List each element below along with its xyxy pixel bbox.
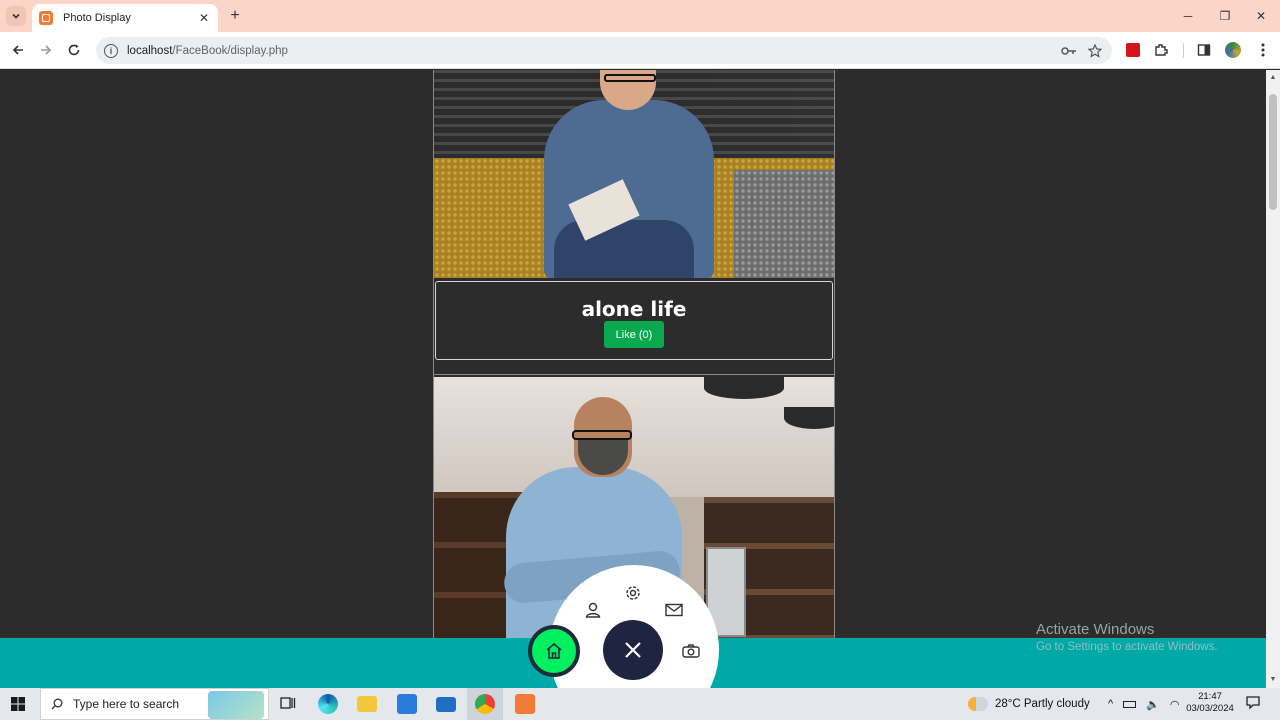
search-highlight-image	[208, 691, 264, 719]
photo-lamp	[704, 377, 784, 399]
watermark-title: Activate Windows	[1036, 621, 1155, 638]
store-icon[interactable]	[397, 694, 417, 714]
task-view-icon[interactable]	[279, 694, 299, 714]
photo-glasses	[604, 74, 656, 82]
url-path: /FaceBook/display.php	[172, 44, 288, 57]
home-icon	[546, 643, 562, 659]
battery-icon[interactable]	[1123, 700, 1137, 708]
post-divider	[434, 374, 834, 375]
extensions-puzzle-icon[interactable]	[1152, 41, 1170, 59]
arrow-right-icon	[41, 45, 52, 55]
mail-app-icon[interactable]	[436, 697, 456, 712]
post-photo	[434, 70, 834, 278]
tab-title: Photo Display	[63, 12, 131, 24]
scroll-thumb[interactable]	[1269, 94, 1277, 210]
photo-glasses	[572, 430, 632, 440]
browser-toolbar: i localhost/FaceBook/display.php	[0, 32, 1280, 69]
close-menu-button[interactable]	[603, 620, 663, 680]
search-placeholder: Type here to search	[73, 697, 180, 711]
taskbar-search[interactable]: Type here to search	[40, 688, 269, 720]
tab-close-icon[interactable]: ✕	[196, 10, 212, 26]
post-caption: alone life	[581, 297, 687, 321]
address-bar[interactable]: i localhost/FaceBook/display.php	[96, 37, 1112, 64]
weather-text: 28°C Partly cloudy	[995, 698, 1090, 710]
file-explorer-icon[interactable]	[357, 696, 377, 712]
watermark-subtitle: Go to Settings to activate Windows.	[1036, 641, 1218, 653]
forward-button[interactable]	[36, 40, 56, 60]
page-viewport: alone life Like (0) Activate Windows Go …	[0, 70, 1266, 688]
clock-date: 03/03/2024	[1186, 703, 1234, 714]
url-text[interactable]: localhost/FaceBook/display.php	[127, 45, 1060, 57]
minimize-button[interactable]: ─	[1178, 6, 1198, 26]
camera-icon[interactable]	[681, 641, 701, 661]
tab-search-button[interactable]	[6, 6, 26, 26]
like-button[interactable]: Like (0)	[604, 321, 664, 348]
browser-tab[interactable]: Photo Display ✕	[32, 4, 218, 32]
close-window-button[interactable]: ✕	[1251, 6, 1271, 26]
photo-person-legs	[554, 220, 694, 278]
side-panel-icon[interactable]	[1195, 41, 1213, 59]
browser-menu-icon[interactable]	[1254, 41, 1272, 59]
close-icon	[625, 642, 641, 658]
reload-button[interactable]	[64, 40, 84, 60]
xampp-icon[interactable]	[515, 694, 535, 714]
url-host: localhost	[127, 44, 173, 57]
volume-icon[interactable]: 🔈	[1146, 698, 1160, 711]
bookmark-star-icon[interactable]	[1086, 42, 1104, 60]
profile-avatar[interactable]	[1224, 41, 1242, 59]
activate-windows-watermark: Activate Windows Go to Settings to activ…	[1036, 621, 1218, 653]
pdf-extension-icon[interactable]	[1124, 41, 1142, 59]
scroll-down-icon[interactable]: ▼	[1269, 676, 1277, 684]
search-icon	[51, 698, 63, 710]
user-icon[interactable]	[583, 600, 603, 620]
post-card: alone life Like (0)	[435, 281, 833, 360]
tab-strip: Photo Display ✕ + ─ ❐ ✕	[0, 0, 1280, 32]
scroll-up-icon[interactable]: ▲	[1269, 74, 1277, 82]
toolbar-divider	[1183, 43, 1184, 58]
password-key-icon[interactable]	[1060, 42, 1078, 60]
reload-icon	[68, 44, 80, 56]
xampp-favicon-icon	[39, 11, 53, 25]
weather-widget[interactable]: 28°C Partly cloudy	[968, 688, 1090, 720]
back-button[interactable]	[8, 40, 28, 60]
new-tab-button[interactable]: +	[226, 7, 244, 25]
maximize-button[interactable]: ❐	[1215, 6, 1235, 26]
clock-time: 21:47	[1198, 691, 1222, 702]
notifications-icon[interactable]	[1245, 694, 1265, 714]
page-scrollbar[interactable]: ▲ ▼	[1266, 70, 1280, 688]
settings-icon[interactable]	[623, 583, 643, 603]
system-tray: ^ 🔈 ◠	[1108, 688, 1179, 720]
chevron-down-icon	[12, 13, 20, 19]
home-button[interactable]	[528, 625, 580, 677]
edge-icon[interactable]	[318, 694, 338, 714]
weather-cloud-icon	[968, 697, 988, 711]
arrow-left-icon	[12, 45, 23, 55]
chrome-icon[interactable]	[475, 694, 495, 714]
site-info-icon[interactable]: i	[104, 43, 118, 58]
wifi-icon[interactable]: ◠	[1170, 698, 1180, 711]
photo-sofa-side	[734, 170, 834, 278]
mail-icon[interactable]	[664, 600, 684, 620]
windows-taskbar: Type here to search 28°C Partly cloudy ^…	[0, 688, 1280, 720]
chevron-up-icon[interactable]: ^	[1108, 698, 1113, 710]
windows-start-icon[interactable]	[11, 697, 25, 711]
clock[interactable]: 21:47 03/03/2024	[1180, 691, 1240, 715]
